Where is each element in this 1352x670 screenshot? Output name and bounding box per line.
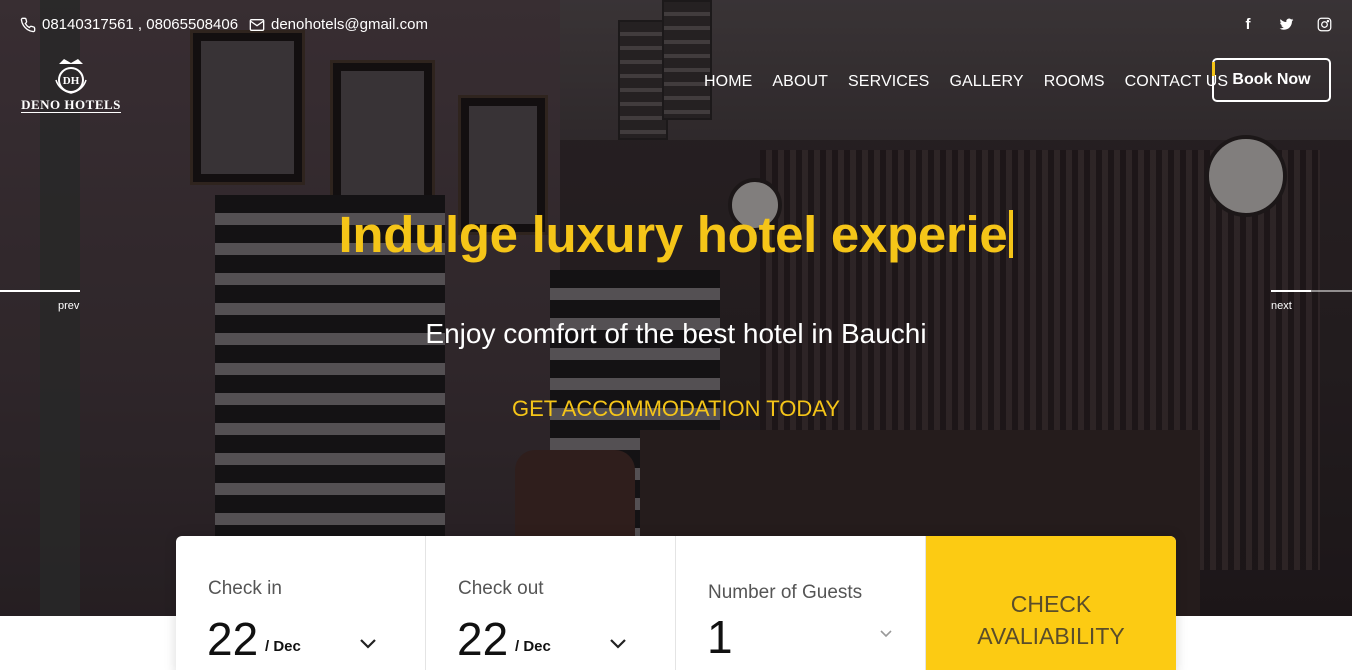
svg-text:DH: DH <box>63 75 80 87</box>
booking-form: Check in 22 / Dec Check out 22 / Dec Num… <box>176 536 1176 670</box>
twitter-icon[interactable] <box>1278 16 1294 32</box>
slider-prev[interactable]: prev <box>0 290 80 312</box>
check-label-line1: CHECK <box>1010 591 1092 617</box>
checkin-day: 22 <box>207 613 259 665</box>
guests-value: 1 <box>707 611 733 663</box>
checkout-field[interactable]: Check out 22 / Dec <box>426 536 676 670</box>
top-bar: 08140317561 , 08065508406 denohotels@gma… <box>0 0 1352 50</box>
prev-line-icon <box>0 290 80 292</box>
hero-cta-link[interactable]: GET ACCOMMODATION TODAY <box>0 396 1352 422</box>
checkout-day: 22 <box>457 613 509 665</box>
check-availability-button[interactable]: CHECK AVALIABILITY <box>926 536 1176 670</box>
checkin-month: / Dec <box>265 638 301 655</box>
nav-home[interactable]: HOME <box>704 73 752 91</box>
nav-services[interactable]: SERVICES <box>848 73 929 91</box>
checkin-label: Check in <box>208 578 282 599</box>
social-links: f <box>1240 16 1332 33</box>
facebook-icon[interactable]: f <box>1240 16 1256 33</box>
chevron-down-icon[interactable] <box>360 639 376 649</box>
email-contact[interactable]: denohotels@gmail.com <box>249 16 428 33</box>
nav-rooms[interactable]: ROOMS <box>1044 73 1105 91</box>
check-label-line2: AVALIABILITY <box>977 623 1125 649</box>
next-label: next <box>1271 300 1292 312</box>
slider-next[interactable]: next <box>1271 290 1352 312</box>
hero-subline: Enjoy comfort of the best hotel in Bauch… <box>425 318 927 349</box>
logo-name: DENO HOTELS <box>21 97 121 113</box>
hero-headline-text: Indulge luxury hotel experie <box>338 206 1008 263</box>
checkin-field[interactable]: Check in 22 / Dec <box>176 536 426 670</box>
hero-headline: Indulge luxury hotel experie <box>0 205 1352 264</box>
phone-numbers: 08140317561 , 08065508406 <box>42 16 239 33</box>
main-nav: HOME ABOUT SERVICES GALLERY ROOMS CONTAC… <box>704 73 1228 91</box>
typing-cursor <box>1009 210 1014 258</box>
mail-icon <box>249 18 265 31</box>
chevron-down-icon[interactable] <box>610 639 626 649</box>
guests-field[interactable]: Number of Guests 1 <box>676 536 926 670</box>
phone-contact[interactable]: 08140317561 , 08065508406 <box>20 16 238 33</box>
instagram-icon[interactable] <box>1316 16 1332 32</box>
prev-label: prev <box>58 300 80 312</box>
hero-slider <box>0 0 1352 616</box>
crown-crest-icon: DH <box>51 58 91 96</box>
hotel-logo[interactable]: DH DENO HOTELS <box>20 58 122 116</box>
book-now-button[interactable]: Book Now <box>1212 58 1331 102</box>
checkout-label: Check out <box>458 578 544 599</box>
guests-label: Number of Guests <box>708 582 863 603</box>
phone-icon <box>20 17 36 32</box>
nav-gallery[interactable]: GALLERY <box>949 73 1023 91</box>
checkout-month: / Dec <box>515 638 551 655</box>
next-line-icon <box>1271 290 1352 292</box>
chevron-down-icon[interactable] <box>880 630 892 638</box>
nav-about[interactable]: ABOUT <box>772 73 828 91</box>
email-address: denohotels@gmail.com <box>271 16 428 33</box>
